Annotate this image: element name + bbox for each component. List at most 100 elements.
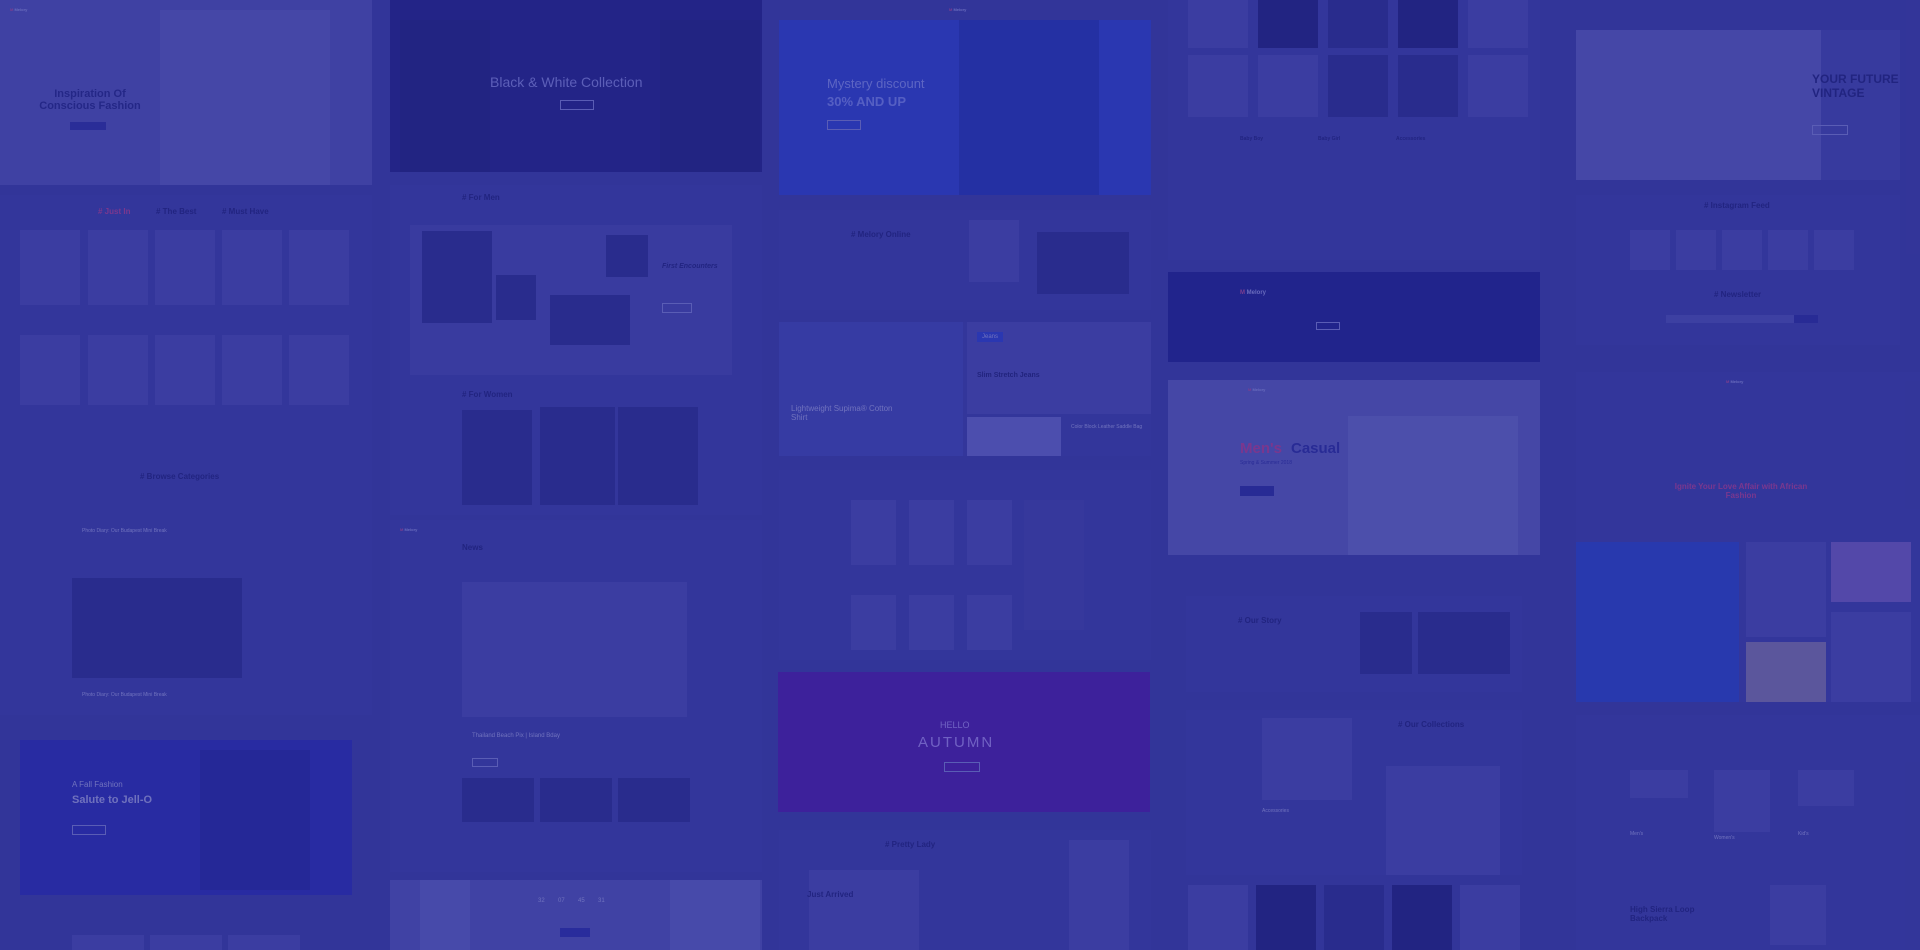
tab-just-in[interactable]: # Just In (98, 207, 130, 216)
insta-image[interactable] (1722, 230, 1762, 270)
category-thumb[interactable] (228, 935, 300, 950)
product-image[interactable] (155, 335, 215, 405)
product-image[interactable] (1188, 0, 1248, 48)
news-heading: News (462, 543, 483, 552)
women-image (618, 407, 698, 505)
mens-label: Men's (1240, 440, 1282, 457)
model-image (420, 880, 470, 950)
pretty-lady-heading: # Pretty Lady (885, 840, 936, 849)
product-image[interactable] (1468, 55, 1528, 117)
shop-button[interactable] (1812, 125, 1848, 135)
fall-fashion-label: A Fall Fashion (72, 780, 123, 789)
model-image (809, 870, 919, 950)
tile-vintage: YOUR FUTURE VINTAGE (1576, 30, 1900, 180)
subscribe-button[interactable] (1316, 322, 1340, 330)
insta-image[interactable] (1630, 230, 1670, 270)
product-image[interactable] (1324, 885, 1384, 950)
product-image[interactable] (20, 335, 80, 405)
for-women-heading: # For Women (462, 390, 513, 399)
product-image[interactable] (1392, 885, 1452, 950)
shop-now-button[interactable] (70, 122, 106, 130)
product-image[interactable] (1398, 0, 1458, 48)
instagram-heading: # Instagram Feed (1704, 201, 1770, 210)
blog-post-title[interactable]: Photo Diary: Our Budapest Mini Break (82, 692, 167, 698)
product-image[interactable] (851, 500, 896, 565)
shop-button[interactable] (1240, 486, 1274, 496)
product-image[interactable] (967, 500, 1012, 565)
category-image[interactable] (1714, 770, 1770, 832)
insta-image[interactable] (1676, 230, 1716, 270)
brand-logo[interactable]: M Melory (1248, 387, 1265, 392)
tile-for-men: # For Men First Encounters # For Women (390, 185, 762, 515)
product-image[interactable] (88, 335, 148, 405)
brand-logo[interactable]: M Melory (400, 527, 417, 532)
product-image[interactable] (909, 595, 954, 650)
product-image[interactable] (909, 500, 954, 565)
product-image[interactable] (1328, 55, 1388, 117)
hero-model-image (1348, 416, 1518, 555)
news-post-title[interactable]: Thailand Beach Pix | Island Bday (472, 733, 560, 739)
product-image[interactable] (155, 230, 215, 305)
product-image[interactable] (1468, 0, 1528, 48)
filter-sidebar (1024, 500, 1084, 630)
read-more-button[interactable] (472, 758, 498, 767)
vintage-title: YOUR FUTURE VINTAGE (1812, 72, 1899, 100)
brand-logo[interactable]: M Melory (10, 7, 27, 12)
tile-countdown: 32 07 45 31 (390, 880, 762, 950)
product-image[interactable] (1188, 55, 1248, 117)
shop-button[interactable] (827, 120, 861, 130)
product-image[interactable] (1256, 885, 1316, 950)
brand-logo[interactable]: M Melory (1726, 379, 1743, 384)
product-image[interactable] (1188, 885, 1248, 950)
category-thumb[interactable] (150, 935, 222, 950)
product-image[interactable] (1398, 55, 1458, 117)
product-image[interactable] (88, 230, 148, 305)
category-image[interactable] (1630, 770, 1688, 798)
view-button[interactable] (662, 303, 692, 313)
product-image[interactable] (1460, 885, 1520, 950)
col-baby-girl: Baby Girl (1318, 136, 1341, 142)
brand-logo[interactable]: M Melory (1240, 290, 1266, 296)
lightweight-image (779, 322, 963, 456)
product-image (1831, 612, 1911, 702)
tile-pretty-lady: # Pretty Lady Just Arrived (779, 830, 1151, 950)
brand-logo[interactable]: M Melory (949, 7, 966, 12)
women-image (540, 407, 615, 505)
insta-image[interactable] (1768, 230, 1808, 270)
product-image[interactable] (851, 595, 896, 650)
tab-must-have[interactable]: # Must Have (222, 207, 269, 216)
category-thumb[interactable] (72, 935, 144, 950)
product-image[interactable] (222, 335, 282, 405)
product-image[interactable] (1328, 0, 1388, 48)
countdown-minutes: 45 (578, 898, 585, 904)
category-image[interactable] (1798, 770, 1854, 806)
newsletter-input[interactable] (1666, 315, 1796, 323)
product-image[interactable] (1258, 55, 1318, 117)
product-image[interactable] (20, 230, 80, 305)
subscribe-button[interactable] (1794, 315, 1818, 323)
shop-button[interactable] (560, 928, 590, 937)
insta-image[interactable] (1814, 230, 1854, 270)
tile-products: # Just In # The Best # Must Have # Brows… (0, 195, 372, 715)
tile-black-white: Black & White Collection (390, 0, 762, 172)
tshirt-image (1576, 542, 1739, 702)
hero-model-right (660, 20, 760, 172)
product-image[interactable] (289, 230, 349, 305)
story-image (1418, 612, 1510, 674)
shop-button[interactable] (72, 825, 106, 835)
shop-button[interactable] (944, 762, 980, 772)
collection-image (1386, 766, 1500, 875)
shop-button[interactable] (560, 100, 594, 110)
product-image[interactable] (1258, 0, 1318, 48)
story-image (1360, 612, 1412, 674)
collection-image (1262, 718, 1352, 800)
product-image[interactable] (289, 335, 349, 405)
tile-melory-online: # Melory Online (779, 210, 1151, 310)
product-image[interactable] (222, 230, 282, 305)
tab-the-best[interactable]: # The Best (156, 207, 196, 216)
men-image (606, 235, 648, 277)
collection-label: Accessories (1262, 808, 1289, 814)
product-image[interactable] (967, 595, 1012, 650)
tile-mystery-discount: Mystery discount 30% AND UP (779, 20, 1151, 195)
blog-post-title[interactable]: Photo Diary: Our Budapest Mini Break (82, 528, 167, 534)
